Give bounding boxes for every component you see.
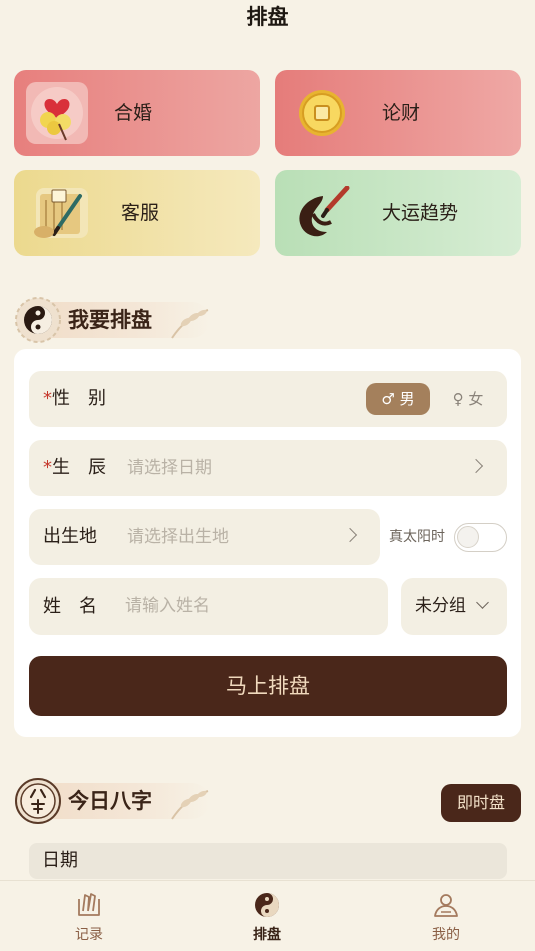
chevron-right-icon <box>342 527 358 543</box>
birthplace-label: 出生地 <box>43 526 97 547</box>
feature-card-label: 客服 <box>121 202 160 224</box>
toggle-knob <box>457 526 479 548</box>
feature-card-fortune-trend[interactable]: 大运趋势 <box>275 170 521 256</box>
wheat-ornament-icon <box>171 790 209 820</box>
group-select-value: 未分组 <box>415 596 466 616</box>
birthtime-placeholder: 请选择日期 <box>127 458 212 478</box>
gender-row: *性 别 ♂ 男 ♀ 女 <box>29 371 507 427</box>
tab-record[interactable]: 记录 <box>29 881 149 951</box>
chevron-down-icon <box>476 596 489 609</box>
bazi-seal-icon <box>15 778 61 824</box>
tab-label: 记录 <box>75 927 103 943</box>
wheat-ornament-icon <box>171 309 209 339</box>
profile-icon <box>434 894 458 917</box>
birthplace-row[interactable]: 出生地 请选择出生地 <box>29 509 380 565</box>
section-title: 今日八字 <box>68 788 152 813</box>
section-title: 我要排盘 <box>68 307 152 332</box>
page-title: 排盘 <box>246 5 289 29</box>
tab-label: 排盘 <box>253 927 281 943</box>
gender-male-option[interactable]: ♂ 男 <box>366 383 430 415</box>
date-column-header: 日期 <box>29 843 507 879</box>
yin-yang-icon <box>255 893 279 917</box>
ink-brush-icon <box>299 186 350 237</box>
feature-card-service[interactable]: 客服 <box>14 170 260 256</box>
record-icon <box>78 893 100 916</box>
tab-chart[interactable]: 排盘 <box>207 881 327 951</box>
group-select[interactable]: 未分组 <box>401 578 507 635</box>
name-row[interactable]: 姓 名 请输入姓名 <box>29 578 388 635</box>
gender-female-option[interactable]: ♀ 女 <box>442 383 494 415</box>
feature-card-label: 大运趋势 <box>382 202 459 224</box>
gender-label: *性 别 <box>43 388 106 409</box>
yin-yang-icon <box>15 297 61 343</box>
solar-time-label: 真太阳时 <box>389 529 445 545</box>
feature-card-marriage[interactable]: 合婚 <box>14 70 260 156</box>
scroll-brush-icon <box>34 188 88 238</box>
feature-card-wealth[interactable]: 论财 <box>275 70 521 156</box>
section-header-today-bazi: 今日八字 <box>14 775 224 825</box>
birthtime-row[interactable]: *生 辰 请选择日期 <box>29 440 507 496</box>
bottom-tab-bar: 记录 排盘 我的 <box>0 880 535 951</box>
feature-card-label: 论财 <box>382 102 421 124</box>
chevron-right-icon <box>468 458 484 474</box>
submit-chart-button[interactable]: 马上排盘 <box>29 656 507 716</box>
marriage-icon <box>26 82 88 144</box>
instant-chart-button[interactable]: 即时盘 <box>441 784 521 822</box>
tab-profile[interactable]: 我的 <box>386 881 506 951</box>
feature-card-label: 合婚 <box>114 102 153 124</box>
coin-icon <box>299 90 345 136</box>
section-header-my-chart: 我要排盘 <box>14 294 224 344</box>
name-label: 姓 名 <box>43 596 97 617</box>
name-input[interactable]: 请输入姓名 <box>125 578 210 635</box>
birthtime-label: *生 辰 <box>43 457 106 478</box>
birthplace-placeholder: 请选择出生地 <box>127 527 229 547</box>
tab-label: 我的 <box>432 927 460 943</box>
solar-time-toggle[interactable] <box>454 523 507 552</box>
